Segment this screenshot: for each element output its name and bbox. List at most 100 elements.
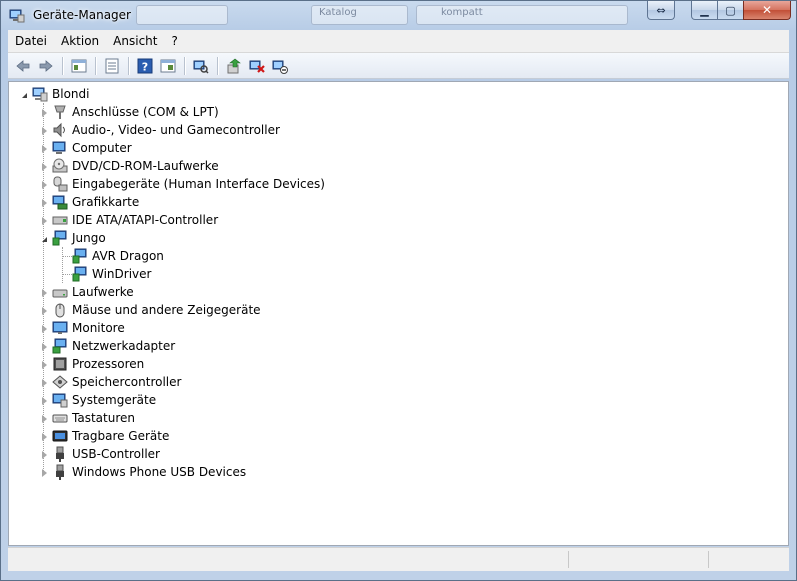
tree-item-label: IDE ATA/ATAPI-Controller <box>72 213 219 227</box>
expander[interactable] <box>39 162 49 172</box>
keyboard-icon <box>52 414 68 423</box>
expander[interactable] <box>39 360 49 370</box>
menu-help[interactable]: ? <box>164 31 184 51</box>
menu-bar: Datei Aktion Ansicht ? <box>8 30 789 53</box>
minimize-button[interactable]: ▁ <box>691 1 718 20</box>
expanded-arrow-icon <box>41 236 47 242</box>
update-driver-button[interactable] <box>223 55 245 77</box>
network-adapter-icon <box>52 338 67 354</box>
tree-item-jungo[interactable]: Jungo <box>52 229 106 247</box>
tree-item-ports[interactable]: Anschlüsse (COM & LPT) <box>52 103 219 121</box>
tree-item-ide[interactable]: IDE ATA/ATAPI-Controller <box>52 211 218 229</box>
expander[interactable] <box>39 342 49 352</box>
tree-item-label: Anschlüsse (COM & LPT) <box>72 105 219 119</box>
collapsed-arrow-icon <box>41 109 47 117</box>
tree-item-label: Laufwerke <box>72 285 134 299</box>
tree-item-usb[interactable]: USB-Controller <box>52 445 160 463</box>
collapsed-arrow-icon <box>41 415 47 423</box>
forward-button[interactable] <box>35 55 57 77</box>
collapsed-arrow-icon <box>41 145 47 153</box>
tree-item-monitors[interactable]: Monitore <box>52 319 125 337</box>
tree-item-graphics[interactable]: Grafikkarte <box>52 193 139 211</box>
tree-root-node[interactable]: Blondi <box>32 85 89 103</box>
tree-item-computer[interactable]: Computer <box>52 139 132 157</box>
expander[interactable] <box>39 324 49 334</box>
tree-child-windriver[interactable]: WinDriver <box>72 265 151 283</box>
scan-hardware-icon <box>193 60 209 74</box>
expander[interactable] <box>39 396 49 406</box>
toolbar-separator <box>217 56 219 75</box>
collapsed-arrow-icon <box>41 343 47 351</box>
view-button[interactable] <box>157 55 179 77</box>
background-window-ghost <box>136 5 228 25</box>
tree-guide-line <box>62 274 72 275</box>
tree-item-portable[interactable]: Tragbare Geräte <box>52 427 169 445</box>
status-pane <box>568 551 569 568</box>
tree-item-system[interactable]: Systemgeräte <box>52 391 156 409</box>
help-icon: ? <box>137 58 153 73</box>
expander[interactable] <box>39 108 49 118</box>
root-expander[interactable] <box>19 90 29 100</box>
properties-button[interactable] <box>101 55 123 77</box>
menu-ansicht[interactable]: Ansicht <box>106 31 164 51</box>
title-bar[interactable]: Geräte-Manager Katalog kompatt ⇔ ▁ ▢ ✕ <box>1 1 796 29</box>
expander[interactable] <box>39 468 49 478</box>
tree-item-keyboards[interactable]: Tastaturen <box>52 409 135 427</box>
expander[interactable] <box>39 450 49 460</box>
status-bar <box>8 547 789 571</box>
tree-item-processors[interactable]: Prozessoren <box>52 355 144 373</box>
expander[interactable] <box>39 126 49 136</box>
resize-button[interactable]: ⇔ <box>647 1 675 20</box>
uninstall-button[interactable] <box>246 55 268 77</box>
toolbar: ? <box>8 53 789 79</box>
tree-guide-line <box>62 247 63 283</box>
show-hide-console-tree-button[interactable] <box>68 55 90 77</box>
uninstall-icon <box>249 60 265 73</box>
help-button[interactable]: ? <box>134 55 156 77</box>
tree-item-label: Jungo <box>72 231 106 245</box>
minimize-icon: ▁ <box>700 3 709 17</box>
tree-item-label: Eingabegeräte (Human Interface Devices) <box>72 177 325 191</box>
properties-icon <box>105 58 119 73</box>
menu-aktion[interactable]: Aktion <box>54 31 106 51</box>
tree-item-windows-phone[interactable]: Windows Phone USB Devices <box>52 463 246 481</box>
expander[interactable] <box>39 432 49 442</box>
menu-datei[interactable]: Datei <box>8 31 54 51</box>
device-tree[interactable]: Blondi Anschlüsse (COM & LPT) Audio-, Vi… <box>8 81 789 546</box>
tree-item-drives[interactable]: Laufwerke <box>52 283 134 301</box>
expander[interactable] <box>39 180 49 190</box>
expander[interactable] <box>39 414 49 424</box>
jungo-icon <box>52 230 67 246</box>
tree-item-label: Windows Phone USB Devices <box>72 465 247 479</box>
close-button[interactable]: ✕ <box>743 1 791 20</box>
expander[interactable] <box>39 198 49 208</box>
expander[interactable] <box>39 234 49 244</box>
optical-drive-icon <box>52 158 68 173</box>
tree-child-avr-dragon[interactable]: AVR Dragon <box>72 247 164 265</box>
tree-item-storage[interactable]: Speichercontroller <box>52 373 181 391</box>
expander[interactable] <box>39 216 49 226</box>
tree-item-network[interactable]: Netzwerkadapter <box>52 337 175 355</box>
background-window-title: Katalog <box>319 7 357 18</box>
maximize-button[interactable]: ▢ <box>717 1 744 20</box>
tree-item-label: Mäuse und andere Zeigegeräte <box>72 303 261 317</box>
expander[interactable] <box>39 378 49 388</box>
expander[interactable] <box>39 288 49 298</box>
tree-item-dvd[interactable]: DVD/CD-ROM-Laufwerke <box>52 157 219 175</box>
tree-item-audio[interactable]: Audio-, Video- und Gamecontroller <box>52 121 280 139</box>
back-button[interactable] <box>12 55 34 77</box>
maximize-icon: ▢ <box>725 3 736 17</box>
tree-item-mice[interactable]: Mäuse und andere Zeigegeräte <box>52 301 261 319</box>
collapsed-arrow-icon <box>41 199 47 207</box>
scan-hardware-button[interactable] <box>190 55 212 77</box>
jungo-device-icon <box>72 248 87 264</box>
expander[interactable] <box>39 144 49 154</box>
tree-item-label: Prozessoren <box>72 357 145 371</box>
svg-text:?: ? <box>142 60 148 73</box>
resize-icon: ⇔ <box>656 3 666 17</box>
collapsed-arrow-icon <box>41 181 47 189</box>
disable-button[interactable] <box>269 55 291 77</box>
tree-item-hid[interactable]: Eingabegeräte (Human Interface Devices) <box>52 175 325 193</box>
expander[interactable] <box>39 306 49 316</box>
toolbar-separator <box>184 56 186 75</box>
